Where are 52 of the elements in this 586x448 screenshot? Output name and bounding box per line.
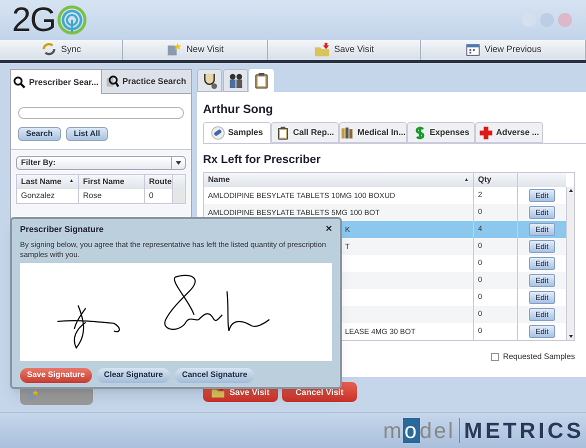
table-cell: Gonzalez — [17, 189, 79, 203]
visit-tab[interactable] — [249, 69, 274, 92]
search-tab[interactable]: Prescriber Sear... — [11, 70, 100, 94]
checkbox-label: Requested Samples — [502, 351, 575, 364]
close-button[interactable] — [558, 13, 572, 27]
section-tab[interactable]: Call Rep... — [271, 122, 339, 143]
checkbox[interactable] — [490, 353, 499, 362]
column-header[interactable]: Route — [145, 175, 173, 189]
pills-icon — [211, 126, 226, 140]
column-header[interactable]: First Name — [79, 175, 145, 189]
search-button[interactable]: List All — [66, 127, 108, 141]
section-tab[interactable]: Medical In... — [339, 122, 407, 143]
search-tab[interactable]: Practice Search — [100, 70, 191, 94]
dialog-button[interactable]: Cancel Signature — [174, 368, 254, 383]
clipboard-icon — [253, 72, 270, 89]
toolbar-button[interactable]: View Previous — [421, 40, 586, 60]
magnifier-icon — [13, 76, 26, 88]
stethoscope-icon — [201, 72, 218, 89]
visit-tab[interactable] — [223, 69, 248, 92]
toolbar-button[interactable]: Sync — [0, 40, 123, 60]
visit-tab[interactable] — [197, 69, 222, 92]
folder-icon — [314, 42, 330, 58]
section-tab[interactable]: Expenses — [407, 122, 475, 143]
calendar-icon — [464, 42, 481, 58]
app-logo: 2G — [12, 3, 56, 37]
section-title: Rx Left for Prescriber — [203, 153, 322, 168]
clipboard-icon — [276, 126, 290, 140]
cross-icon — [479, 126, 493, 140]
dialog-button[interactable]: Clear Signature — [96, 368, 170, 383]
brand-logo: m o del METRICS — [383, 420, 584, 442]
sync-arrows-icon — [40, 42, 57, 58]
books-icon — [340, 126, 354, 140]
dollar-sign-icon — [412, 126, 427, 140]
toolbar-button[interactable]: Save Visit — [268, 40, 421, 60]
signal-logo-icon — [56, 5, 87, 35]
section-tab[interactable]: Adverse ... — [475, 122, 543, 143]
toolbar-button[interactable]: New Visit — [123, 40, 268, 60]
people-icon — [227, 72, 244, 89]
table-cell: Rose — [79, 189, 145, 203]
magnifier-icon — [106, 75, 120, 88]
document-star-icon — [26, 388, 39, 402]
section-tab[interactable]: Samples — [203, 122, 271, 143]
scrollbar[interactable] — [173, 189, 185, 203]
scrollbar[interactable] — [566, 187, 574, 340]
search-button[interactable]: Search — [18, 127, 61, 141]
dialog-button[interactable]: Save Signature — [20, 368, 92, 383]
filter-dropdown[interactable]: Filter By: — [16, 156, 186, 170]
document-star-icon — [166, 42, 182, 58]
prescriber-name: Arthur Song — [203, 101, 274, 118]
search-field[interactable] — [18, 107, 184, 119]
dialog-title: Prescriber Signature — [20, 223, 104, 236]
close-button[interactable]: × — [326, 224, 332, 235]
